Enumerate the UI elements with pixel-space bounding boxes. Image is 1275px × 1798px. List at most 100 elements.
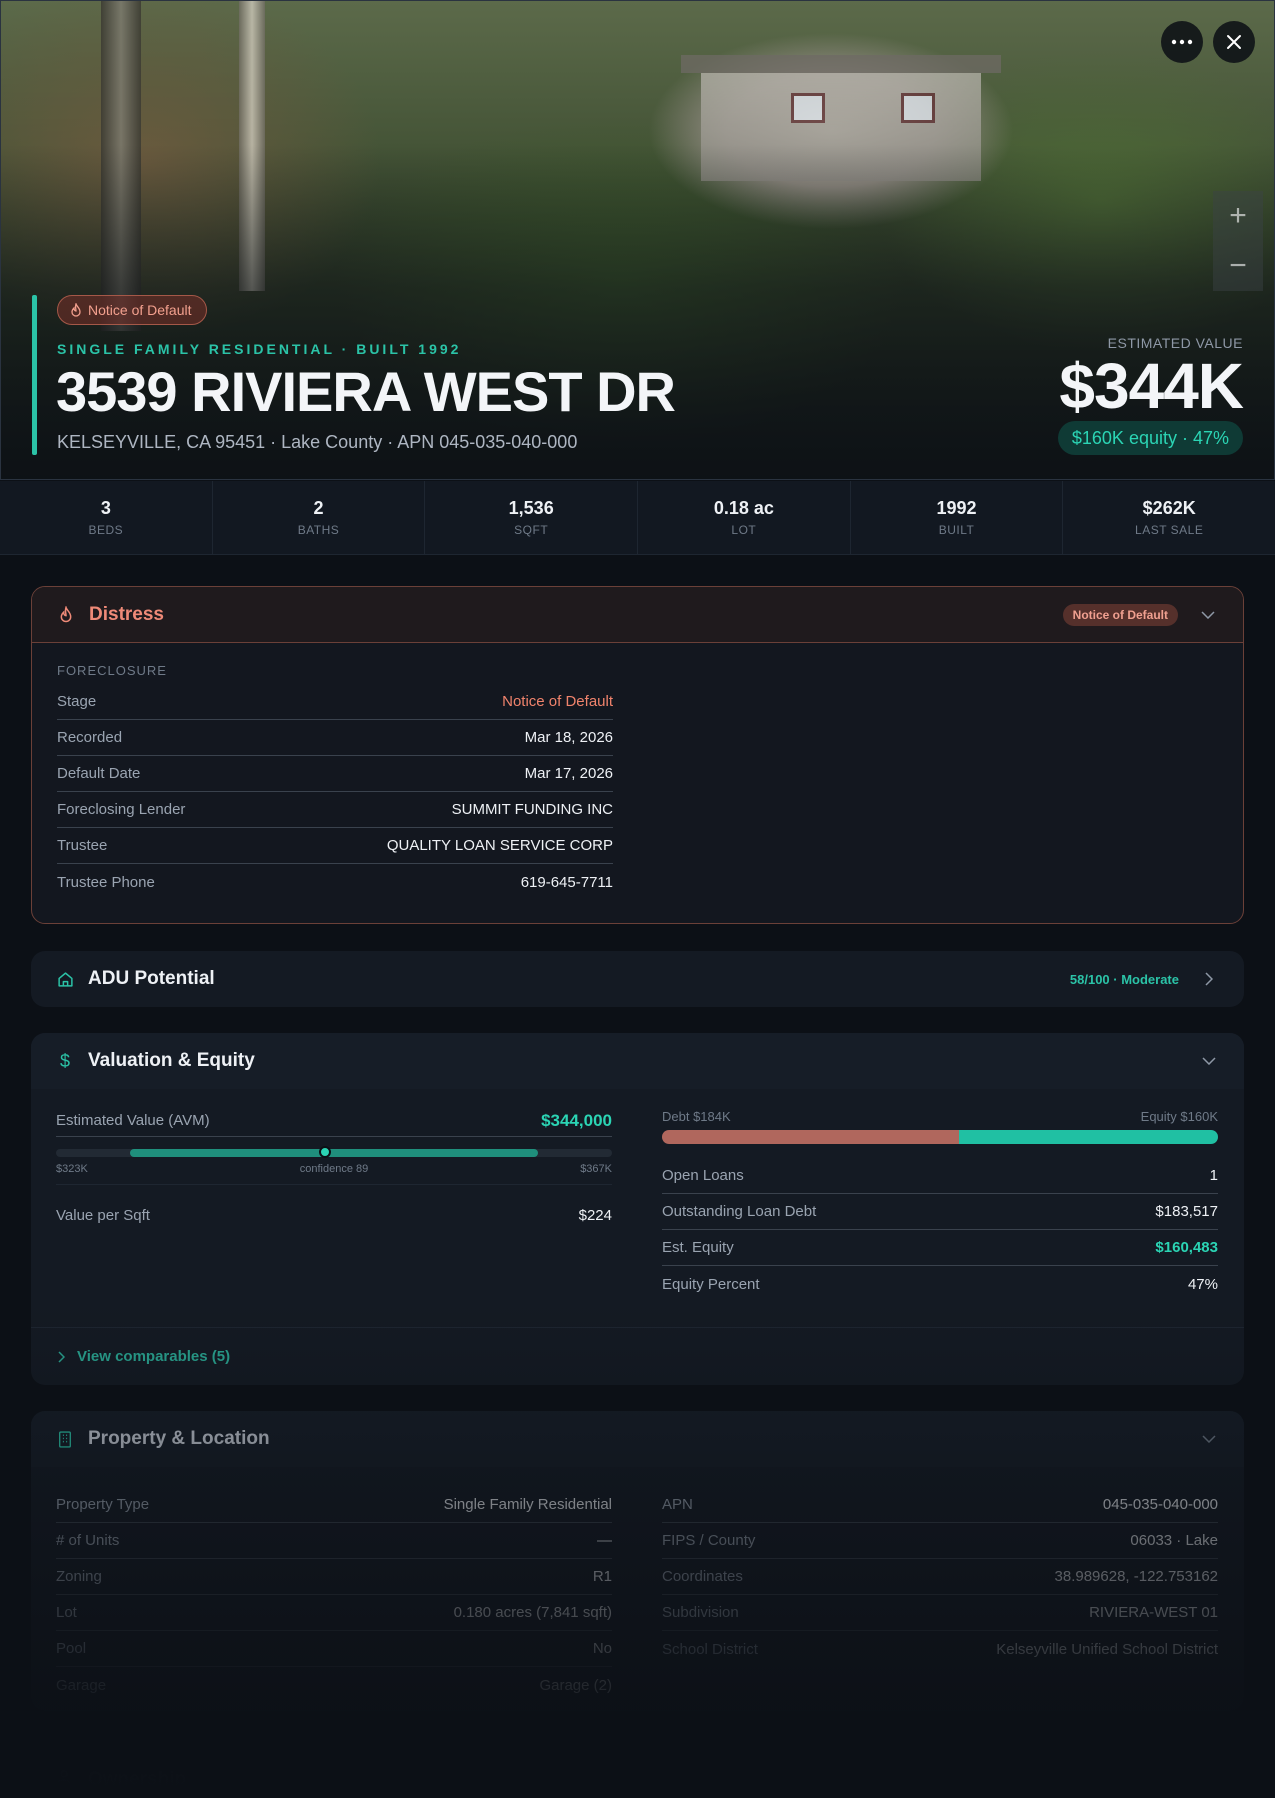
kv-row: Pool No [56, 1631, 612, 1667]
kv-key: Est. Equity [662, 1239, 734, 1256]
kv-row: Zoning R1 [56, 1559, 612, 1595]
stat-sqft: 1,536 SQFT [425, 481, 639, 554]
dollar-icon: $ [59, 1050, 70, 1071]
kv-row: Property Type Single Family Residential [56, 1487, 612, 1523]
kv-key: Stage [57, 693, 97, 710]
zoom-out-label: − [1229, 249, 1247, 282]
ownership-card-header[interactable]: Ownership [31, 1752, 1244, 1798]
kv-row: Garage Garage (2) [56, 1667, 612, 1703]
chevron-right-icon[interactable] [1199, 969, 1219, 989]
chevron-down-icon[interactable] [1198, 605, 1218, 625]
confidence-range [56, 1146, 612, 1158]
kv-key: Garage [56, 1676, 107, 1694]
valuation-header[interactable]: $ Valuation & Equity [31, 1033, 1244, 1089]
confidence-range-fill [129, 1149, 539, 1157]
kv-key: Value per Sqft [56, 1206, 150, 1224]
kv-key: Pool [56, 1640, 87, 1657]
zoom-in-button[interactable]: + [1213, 191, 1263, 241]
accent-bar [32, 295, 37, 455]
kv-value: $160,483 [1155, 1239, 1218, 1256]
stat-label: BATHS [297, 523, 340, 537]
kv-value: $183,517 [1155, 1203, 1218, 1220]
kv-row: Est. Equity $160,483 [662, 1230, 1218, 1266]
property-left-column: Property Type Single Family Residential #… [56, 1487, 612, 1703]
building-icon [56, 1430, 74, 1448]
kv-value: Single Family Residential [443, 1496, 612, 1513]
kv-key: Equity Percent [662, 1275, 760, 1293]
kv-key: APN [662, 1496, 693, 1513]
stat-baths: 2 BATHS [213, 481, 426, 554]
kv-row: APN 045-035-040-000 [662, 1487, 1218, 1523]
key-stats-bar: 3 BEDS 2 BATHS 1,536 SQFT 0.18 ac LOT 1992 BU… [0, 481, 1275, 555]
stat-value: 3 [100, 498, 111, 518]
more-button[interactable] [1161, 21, 1203, 63]
chevron-down-icon[interactable] [1199, 1051, 1219, 1071]
stat-label: SQFT [514, 523, 549, 537]
flame-icon [71, 303, 81, 317]
property-header[interactable]: Property & Location [31, 1411, 1244, 1467]
kv-value: Kelseyville Unified School District [996, 1640, 1218, 1658]
avm-value: $344,000 [541, 1110, 612, 1130]
estimated-value: $344K [1059, 350, 1244, 422]
kv-key: Trustee [57, 837, 108, 854]
kv-value: 1 [1209, 1167, 1218, 1184]
stat-value: 1,536 [508, 498, 554, 518]
zoom-in-label: + [1229, 199, 1247, 232]
distress-badge-label: Notice of Default [88, 302, 192, 318]
kv-row: Trustee QUALITY LOAN SERVICE CORP [57, 828, 613, 864]
kv-row: Coordinates 38.989628, -122.753162 [662, 1559, 1218, 1595]
range-low: $323K [56, 1163, 88, 1175]
avm-row: Estimated Value (AVM) $344,000 [56, 1105, 612, 1137]
kv-value: $224 [578, 1206, 612, 1224]
close-button[interactable] [1213, 21, 1255, 63]
property-subtitle: SINGLE FAMILY RESIDENTIAL · BUILT 1992 [57, 341, 462, 357]
ownership-title: Ownership [88, 1769, 187, 1790]
range-labels: $323K confidence 89 $367K [56, 1163, 612, 1175]
stat-label: LAST SALE [1135, 523, 1204, 537]
distress-header[interactable]: Distress Notice of Default [32, 587, 1243, 643]
avm-label: Estimated Value (AVM) [56, 1112, 210, 1129]
kv-row: Subdivision RIVIERA-WEST 01 [662, 1595, 1218, 1631]
kv-row: Lot 0.180 acres (7,841 sqft) [56, 1595, 612, 1631]
foreclosure-label: FORECLOSURE [57, 663, 167, 678]
kv-key: Outstanding Loan Debt [662, 1203, 817, 1220]
kv-value: 619-645-7711 [520, 873, 613, 891]
kv-key: School District [662, 1640, 758, 1658]
property-location-line: KELSEYVILLE, CA 95451 · Lake County · AP… [57, 432, 578, 452]
equity-pill: $160K equity · 47% [1057, 421, 1243, 455]
kv-row: Stage Notice of Default [57, 684, 613, 720]
more-horizontal-icon [1171, 39, 1193, 45]
stat-last-sale: $262K LAST SALE [1063, 481, 1275, 554]
chevron-down-icon[interactable] [1199, 1429, 1219, 1449]
kv-value: SUMMIT FUNDING INC [451, 801, 613, 818]
kv-key: Open Loans [662, 1167, 744, 1184]
property-address-title: 3539 RIVIERA WEST DR [56, 360, 676, 423]
kv-row: FIPS / County 06033 · Lake [662, 1523, 1218, 1559]
adu-header[interactable]: ADU Potential 58/100 · Moderate [31, 951, 1244, 1007]
kv-key: Default Date [57, 765, 141, 782]
kv-value: RIVIERA-WEST 01 [1089, 1604, 1218, 1621]
distress-tag: Notice of Default [1062, 603, 1178, 626]
range-confidence: confidence 89 [299, 1163, 369, 1175]
zoom-out-button[interactable]: − [1213, 241, 1263, 291]
foreclosure-section: FORECLOSURE Stage Notice of Default Recor… [57, 663, 613, 900]
adu-card[interactable]: ADU Potential 58/100 · Moderate [31, 951, 1244, 1007]
avm-marker [318, 1146, 331, 1158]
property-right-column: APN 045-035-040-000 FIPS / County 06033 · … [662, 1487, 1218, 1667]
property-location-card: Property & Location Property Type Single … [31, 1411, 1244, 1711]
home-icon [56, 970, 74, 988]
kv-key: # of Units [56, 1532, 120, 1549]
stat-lot: 0.18 ac LOT [638, 481, 851, 554]
stat-value: 0.18 ac [713, 498, 774, 518]
chevron-right-icon [58, 1350, 65, 1363]
kv-value: Mar 18, 2026 [524, 729, 613, 746]
property-title: Property & Location [88, 1428, 270, 1449]
stat-value: $262K [1142, 498, 1196, 518]
kv-value: 47% [1187, 1275, 1218, 1293]
view-comparables-link[interactable]: View comparables (5) [31, 1327, 1244, 1385]
kv-row: Outstanding Loan Debt $183,517 [662, 1194, 1218, 1230]
kv-row: Open Loans 1 [662, 1158, 1218, 1194]
view-comparables-label: View comparables (5) [77, 1348, 231, 1365]
kv-row: Equity Percent 47% [662, 1266, 1218, 1302]
stat-value: 1992 [936, 498, 977, 518]
